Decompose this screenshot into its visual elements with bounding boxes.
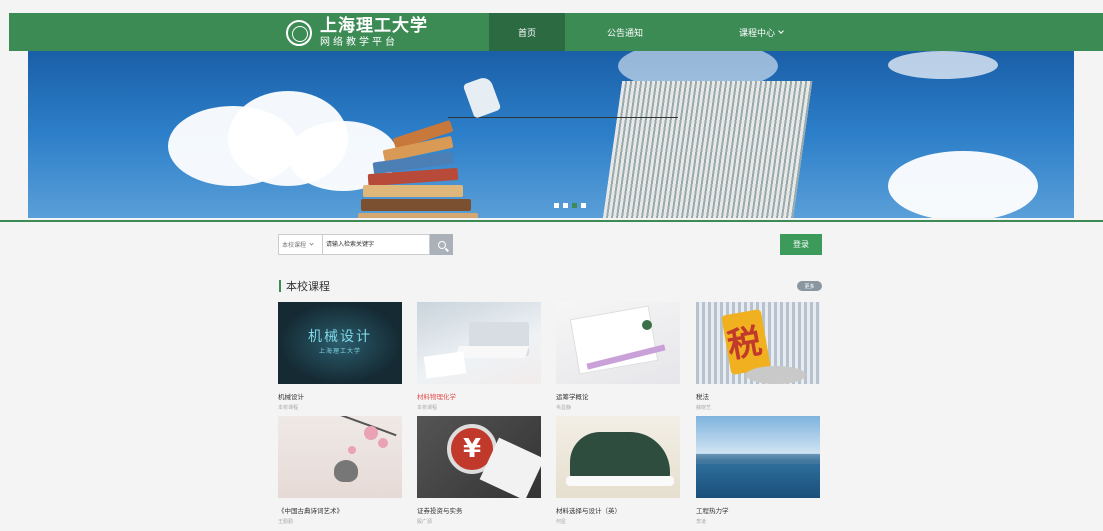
- section-accent-bar: [279, 280, 281, 292]
- course-card[interactable]: ¥ 证券投资与实务 殷广源: [417, 416, 541, 525]
- university-seal-icon: [286, 20, 312, 46]
- course-card[interactable]: 税 税法 薛晓艺: [696, 302, 820, 411]
- course-teacher: 王勤勤: [278, 519, 294, 525]
- course-thumbnail[interactable]: 税: [696, 302, 820, 384]
- course-thumbnail[interactable]: [696, 416, 820, 498]
- course-thumbnail[interactable]: [278, 416, 402, 498]
- course-teacher: 薛晓艺: [696, 405, 712, 411]
- course-thumbnail[interactable]: [556, 302, 680, 384]
- nav-home[interactable]: 首页: [489, 13, 565, 51]
- nav-home-label: 首页: [517, 28, 536, 39]
- section-title: 本校课程: [286, 280, 330, 293]
- skyscraper-image: [599, 81, 813, 218]
- course-card[interactable]: 工程热力学 李凌: [696, 416, 820, 525]
- thumbnail-title: 税: [724, 321, 765, 367]
- logo-subtitle: 网络教学平台: [320, 37, 398, 48]
- tightrope-line: [448, 117, 678, 118]
- course-card[interactable]: 运筹学概论 韦显静: [556, 302, 680, 411]
- sneaker-shape: [570, 432, 670, 482]
- course-name[interactable]: 材料物理化学: [417, 391, 541, 401]
- thumbnail-subtitle: 上海理工大学: [318, 348, 361, 355]
- search-bar: 本校课程: [278, 234, 453, 255]
- search-scope-select[interactable]: 本校课程: [278, 234, 322, 255]
- search-icon: [437, 240, 446, 249]
- logo-title: 上海理工大学: [320, 16, 428, 36]
- course-name[interactable]: 运筹学概论: [556, 391, 680, 401]
- more-button[interactable]: 更多: [797, 281, 822, 291]
- carousel-dot[interactable]: [554, 203, 559, 208]
- chevron-down-icon: [778, 27, 784, 34]
- course-teacher: 本校课程: [278, 405, 299, 411]
- course-card[interactable]: 机械设计 上海理工大学 机械设计 本校课程: [278, 302, 402, 411]
- nav-announcements-label: 公告通知: [606, 28, 643, 39]
- chevron-down-icon: [309, 240, 314, 246]
- book-stack-image: [353, 120, 493, 218]
- cloud-shape: [888, 151, 1038, 218]
- course-thumbnail[interactable]: [556, 416, 680, 498]
- course-name[interactable]: 工程热力学: [696, 505, 820, 515]
- course-teacher: 殷广源: [417, 519, 433, 525]
- cloud-shape: [888, 51, 998, 79]
- course-name[interactable]: 《中国古典诗词艺术》: [278, 505, 402, 515]
- course-teacher: 李凌: [696, 519, 707, 525]
- sneaker-sole-shape: [566, 476, 674, 486]
- course-teacher: 本校课程: [417, 405, 438, 411]
- login-button[interactable]: 登录: [780, 234, 822, 255]
- hero-banner[interactable]: [28, 51, 1074, 218]
- course-thumbnail[interactable]: 机械设计 上海理工大学: [278, 302, 402, 384]
- course-name[interactable]: 证券投资与实务: [417, 505, 541, 515]
- nav-course-center-label: 课程中心: [738, 28, 775, 39]
- course-card[interactable]: 材料物理化学 本校课程: [417, 302, 541, 411]
- course-teacher: 韦显静: [556, 405, 572, 411]
- carousel-dot[interactable]: [563, 203, 568, 208]
- carousel-dot[interactable]: [581, 203, 586, 208]
- search-scope-label: 本校课程: [282, 242, 307, 249]
- course-card[interactable]: 《中国古典诗词艺术》 王勤勤: [278, 416, 402, 525]
- course-card[interactable]: 材料选择与设计（英） 何星: [556, 416, 680, 525]
- top-nav-bar: 上海理工大学 网络教学平台 首页 公告通知 课程中心: [9, 13, 1103, 51]
- course-name[interactable]: 税法: [696, 391, 820, 401]
- course-name[interactable]: 机械设计: [278, 391, 402, 401]
- thumbnail-title: 机械设计: [308, 329, 372, 345]
- nav-announcements[interactable]: 公告通知: [587, 13, 663, 51]
- tightrope-walker-figure: [462, 75, 502, 119]
- search-input[interactable]: [322, 234, 430, 255]
- divider-line: [0, 220, 1103, 222]
- carousel-dot-active[interactable]: [572, 203, 577, 208]
- carousel-indicators: [554, 203, 586, 208]
- search-button[interactable]: [430, 234, 453, 255]
- course-thumbnail[interactable]: ¥: [417, 416, 541, 498]
- course-name[interactable]: 材料选择与设计（英）: [556, 505, 680, 515]
- course-teacher: 何星: [556, 519, 567, 525]
- university-logo[interactable]: 上海理工大学 网络教学平台: [286, 16, 428, 50]
- nav-course-center[interactable]: 课程中心: [721, 13, 801, 51]
- course-thumbnail[interactable]: [417, 302, 541, 384]
